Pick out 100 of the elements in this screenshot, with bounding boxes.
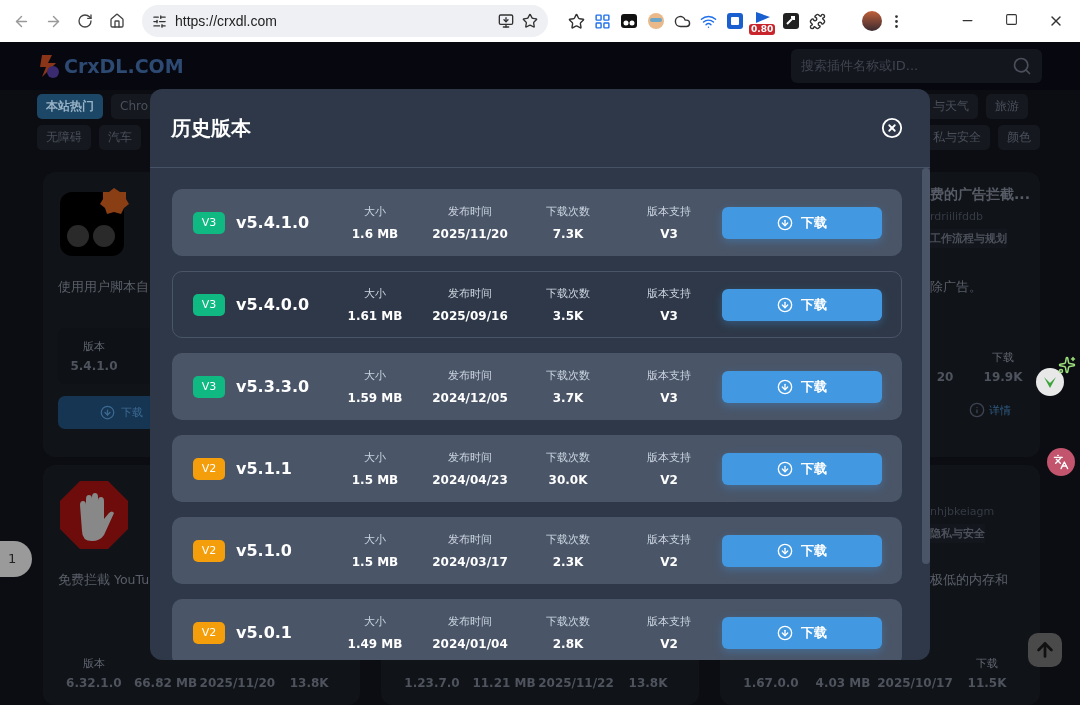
page-indicator[interactable]: 1 [0, 541, 32, 577]
site-settings-icon[interactable] [152, 13, 167, 29]
stat-label: 版本支持 [647, 532, 691, 547]
stat-label: 版本支持 [647, 450, 691, 465]
download-button[interactable]: 下载 [722, 288, 882, 321]
extension-logo-icon [58, 186, 130, 258]
version-row[interactable]: V3 v5.4.0.0 大小 1.61 MB 发布时间 2025/09/16 下载次数 3.5K 版本支持 V3 下载 [172, 271, 902, 338]
maximize-icon[interactable] [1005, 13, 1018, 26]
stat-value: V3 [660, 308, 678, 323]
stat-value: 1.23.7.0 [404, 675, 460, 690]
version-number: v5.4.1.0 [236, 213, 310, 232]
profile-avatar[interactable] [862, 11, 882, 31]
site-logo[interactable]: CrxDL.COM [64, 55, 184, 77]
stat-label: 下载次数 [546, 286, 590, 301]
version-number: v5.1.0 [236, 541, 292, 560]
stat-label: 大小 [364, 450, 386, 465]
stat-value: 2025/11/20 [199, 675, 276, 690]
stat-label: 大小 [364, 532, 386, 547]
assistant-icon[interactable] [1036, 368, 1064, 396]
stat-value: 2025/09/16 [432, 308, 508, 323]
stat-label: 下载次数 [546, 450, 590, 465]
dialog-title: 历史版本 [171, 114, 251, 142]
stat-value: 66.82 MB [133, 675, 198, 690]
stat-value: 19.9K [983, 370, 1023, 384]
reload-icon[interactable] [77, 13, 93, 29]
bookmark-star-icon[interactable] [522, 13, 538, 29]
version-number: v5.3.3.0 [236, 377, 310, 396]
stat-label: 下载次数 [546, 614, 590, 629]
api-badge: V2 [193, 539, 225, 562]
stat-label: 下载 [992, 351, 1014, 364]
download-button[interactable]: 下载 [722, 452, 882, 485]
stat-value: V2 [660, 636, 678, 651]
download-button[interactable]: 下载 [722, 206, 882, 239]
extension-icon[interactable] [620, 12, 638, 30]
stat-value: 3.7K [552, 390, 584, 405]
stat-label: 大小 [364, 368, 386, 383]
api-badge: V2 [193, 457, 225, 480]
stat-label: 版本支持 [647, 204, 691, 219]
category-tag: 隐私与安全 [930, 524, 985, 543]
stat-value: 2025/11/20 [432, 226, 508, 241]
sparkle-icon [1058, 356, 1076, 374]
logo-icon [38, 53, 60, 79]
extension-description: 免费拦截 YouTu [58, 571, 150, 589]
api-badge: V3 [193, 293, 225, 316]
stat-label: 版本 [83, 339, 105, 353]
stat-value: 13.8K [289, 675, 329, 690]
stat-value: 20 [936, 370, 954, 384]
checkmark-logo-icon [1043, 375, 1057, 389]
version-row[interactable]: V2 v5.0.1 大小 1.49 MB 发布时间 2024/01/04 下载次数 2.8K 版本支持 V2 下载 [172, 599, 902, 660]
extensions-icon[interactable] [809, 12, 826, 30]
stat-label: 大小 [364, 286, 386, 301]
download-button[interactable]: 下载 [722, 616, 882, 649]
stat-value: 1.61 MB [347, 308, 403, 323]
stat-value: 1.49 MB [347, 636, 403, 651]
stat-label: 大小 [364, 204, 386, 219]
stat-value: 13.8K [628, 675, 668, 690]
stat-value: 2025/11/22 [538, 675, 614, 690]
stat-label: 发布时间 [448, 614, 492, 629]
stat-value: 1.59 MB [347, 390, 403, 405]
stat-value: 7.3K [552, 226, 584, 241]
stat-value: V2 [660, 472, 678, 487]
stat-value: V3 [660, 390, 678, 405]
stat-value: 11.5K [967, 675, 1007, 690]
download-button[interactable]: 下载 [722, 370, 882, 403]
stat-label: 下载次数 [546, 204, 590, 219]
stat-value: 2024/12/05 [432, 390, 508, 405]
close-icon[interactable] [881, 117, 903, 139]
install-icon[interactable] [498, 13, 514, 29]
download-button[interactable]: 下载 [722, 534, 882, 567]
extension-description: 极低的内存和 [930, 571, 1008, 589]
stat-value: 2025/10/17 [877, 675, 953, 690]
category-chip[interactable]: 颜色 [998, 125, 1040, 151]
category-chip[interactable]: 无障碍 [37, 125, 91, 151]
grid-icon[interactable] [594, 12, 611, 30]
version-row[interactable]: V2 v5.1.1 大小 1.5 MB 发布时间 2024/04/23 下载次数 30.0K 版本支持 V2 下载 [172, 435, 902, 502]
details-button[interactable]: 详情 [965, 398, 1025, 422]
category-chip[interactable]: 旅游 [986, 94, 1028, 120]
version-number: v5.0.1 [236, 623, 292, 642]
stop-hand-icon [58, 479, 130, 551]
category-chip[interactable]: 本站热门 [37, 94, 103, 120]
stat-value: 4.03 MB [815, 675, 871, 690]
version-row[interactable]: V3 v5.4.1.0 大小 1.6 MB 发布时间 2025/11/20 下载次数 7.3K 版本支持 V3 下载 [172, 189, 902, 256]
api-badge: V2 [193, 621, 225, 644]
extension-description: 使用用户脚本自 [58, 278, 149, 296]
api-badge: V3 [193, 375, 225, 398]
dark-square-icon[interactable] [782, 12, 800, 30]
address-bar[interactable]: https://crxdl.com [142, 5, 548, 37]
version-row[interactable]: V2 v5.1.0 大小 1.5 MB 发布时间 2024/03/17 下载次数 2.3K 版本支持 V2 下载 [172, 517, 902, 584]
stat-value: 1.5 MB [351, 472, 399, 487]
stat-value: 2.8K [552, 636, 584, 651]
stat-label: 下载次数 [546, 368, 590, 383]
star-icon[interactable] [568, 12, 585, 30]
stat-value: 2.3K [552, 554, 584, 569]
stat-label: 发布时间 [448, 204, 492, 219]
version-row[interactable]: V3 v5.3.3.0 大小 1.59 MB 发布时间 2024/12/05 下载次数 3.7K 版本支持 V3 下载 [172, 353, 902, 420]
stat-value: 11.21 MB [472, 675, 536, 690]
stat-value: 1.67.0.0 [743, 675, 799, 690]
scrollbar-thumb[interactable] [922, 168, 930, 564]
translate-icon[interactable] [1047, 448, 1075, 476]
home-icon[interactable] [109, 13, 125, 29]
